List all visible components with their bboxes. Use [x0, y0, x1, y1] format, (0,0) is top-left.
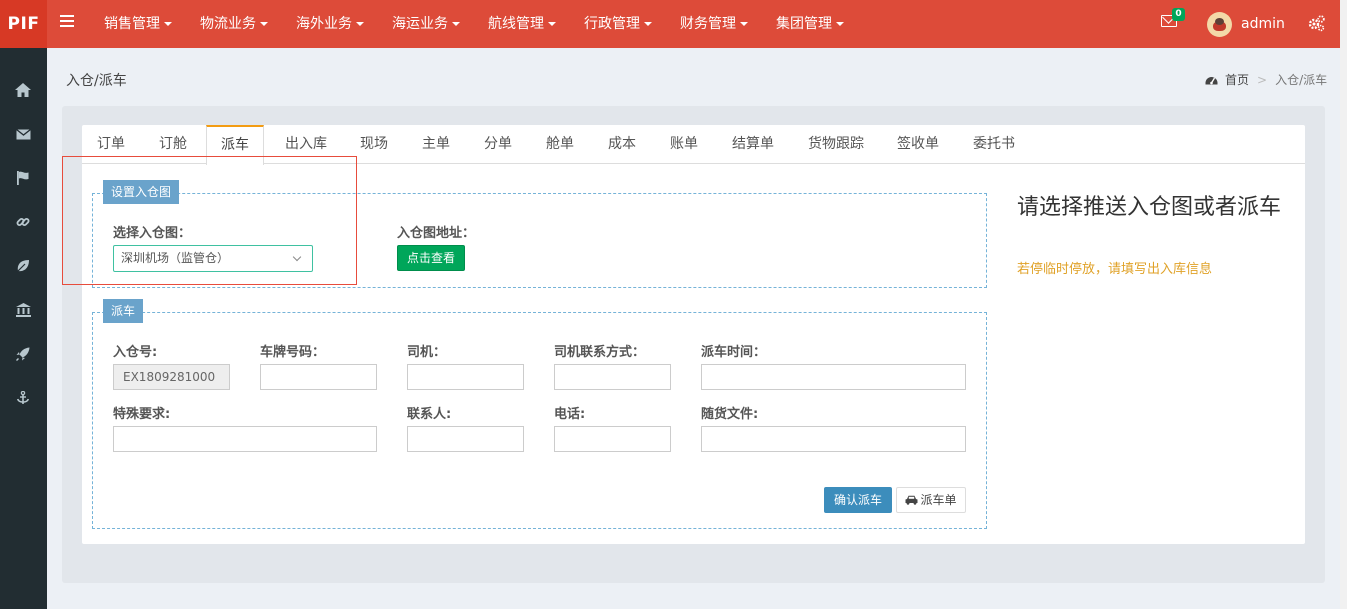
flag-icon[interactable]	[13, 168, 33, 188]
contact-label: 联系人:	[407, 407, 452, 422]
envelope-icon[interactable]	[13, 124, 33, 144]
app-logo[interactable]: PIF	[0, 0, 47, 48]
tab-cost[interactable]: 成本	[608, 125, 636, 164]
caret-down-icon	[260, 22, 268, 26]
inbound-no-field[interactable]: EX1809281000	[113, 364, 230, 390]
warehouse-address-label: 入仓图地址：	[397, 226, 476, 241]
documents-label: 随货文件:	[701, 407, 759, 422]
driver-contact-field[interactable]	[554, 364, 671, 390]
caret-down-icon	[740, 22, 748, 26]
gears-icon[interactable]	[1308, 14, 1326, 32]
nav-group[interactable]: 集团管理	[764, 0, 856, 48]
special-label: 特殊要求:	[113, 407, 171, 422]
nav-logistics[interactable]: 物流业务	[188, 0, 280, 48]
tab-house-bill[interactable]: 分单	[484, 125, 512, 164]
tab-master-bill[interactable]: 主单	[422, 125, 450, 164]
breadcrumb: 首页 > 入仓/派车	[1205, 71, 1327, 88]
sidebar	[0, 48, 47, 609]
tab-receipt[interactable]: 签收单	[897, 125, 939, 164]
caret-down-icon	[164, 22, 172, 26]
nav-ocean[interactable]: 海运业务	[380, 0, 472, 48]
leaf-icon[interactable]	[13, 256, 33, 276]
confirm-dispatch-button[interactable]: 确认派车	[824, 487, 892, 513]
caret-down-icon	[644, 22, 652, 26]
tab-site[interactable]: 现场	[360, 125, 388, 164]
contact-field[interactable]	[407, 426, 524, 452]
special-field[interactable]	[113, 426, 377, 452]
nav-admin[interactable]: 行政管理	[572, 0, 664, 48]
car-icon	[905, 495, 918, 505]
caret-down-icon	[836, 22, 844, 26]
highlight-box	[62, 156, 357, 285]
caret-down-icon	[356, 22, 364, 26]
driver-label: 司机：	[407, 345, 447, 360]
tab-manifest[interactable]: 舱单	[546, 125, 574, 164]
driver-contact-label: 司机联系方式：	[554, 345, 646, 360]
plate-label: 车牌号码：	[260, 345, 326, 360]
driver-field[interactable]	[407, 364, 524, 390]
user-name[interactable]: admin	[1241, 0, 1285, 48]
dispatch-sheet-label: 派车单	[920, 493, 957, 507]
inbound-no-label: 入仓号:	[113, 345, 158, 360]
breadcrumb-separator: >	[1257, 72, 1268, 87]
notice-title: 请选择推送入仓图或者派车	[1017, 195, 1282, 220]
anchor-icon[interactable]	[13, 388, 33, 408]
caret-down-icon	[452, 22, 460, 26]
dashboard-icon	[1205, 77, 1218, 85]
page-title: 入仓/派车	[66, 73, 127, 89]
nav-overseas[interactable]: 海外业务	[284, 0, 376, 48]
mail-count-badge: 0	[1172, 8, 1185, 21]
phone-label: 电话:	[554, 407, 586, 422]
breadcrumb-home[interactable]: 首页	[1225, 71, 1249, 88]
user-avatar[interactable]	[1207, 12, 1232, 37]
nav-routes[interactable]: 航线管理	[476, 0, 568, 48]
bank-icon[interactable]	[13, 300, 33, 320]
nav-finance[interactable]: 财务管理	[668, 0, 760, 48]
top-navbar: PIF 销售管理 物流业务 海外业务 海运业务 航线管理 行政管理 财务管理 集…	[0, 0, 1340, 48]
rocket-icon[interactable]	[13, 344, 33, 364]
top-nav-menu: 销售管理 物流业务 海外业务 海运业务 航线管理 行政管理 财务管理 集团管理	[92, 0, 860, 48]
dispatch-legend: 派车	[103, 299, 144, 323]
tab-tracking[interactable]: 货物跟踪	[808, 125, 864, 164]
breadcrumb-current: 入仓/派车	[1275, 73, 1328, 87]
plate-field[interactable]	[260, 364, 377, 390]
tab-settlement[interactable]: 结算单	[732, 125, 774, 164]
phone-field[interactable]	[554, 426, 671, 452]
dispatch-sheet-button[interactable]: 派车单	[896, 487, 966, 513]
notice-tip: 若停临时停放，请填写出入库信息	[1017, 262, 1213, 277]
documents-field[interactable]	[701, 426, 966, 452]
dispatch-time-field[interactable]	[701, 364, 966, 390]
home-icon[interactable]	[13, 80, 33, 100]
sidebar-toggle-icon[interactable]	[60, 15, 74, 33]
dispatch-time-label: 派车时间：	[701, 345, 767, 360]
tab-bill[interactable]: 账单	[670, 125, 698, 164]
nav-sales[interactable]: 销售管理	[92, 0, 184, 48]
view-map-button[interactable]: 点击查看	[397, 245, 465, 271]
link-icon[interactable]	[13, 212, 33, 232]
caret-down-icon	[548, 22, 556, 26]
page-scrollbar[interactable]	[1340, 0, 1347, 609]
tab-power-of-attorney[interactable]: 委托书	[973, 125, 1015, 164]
